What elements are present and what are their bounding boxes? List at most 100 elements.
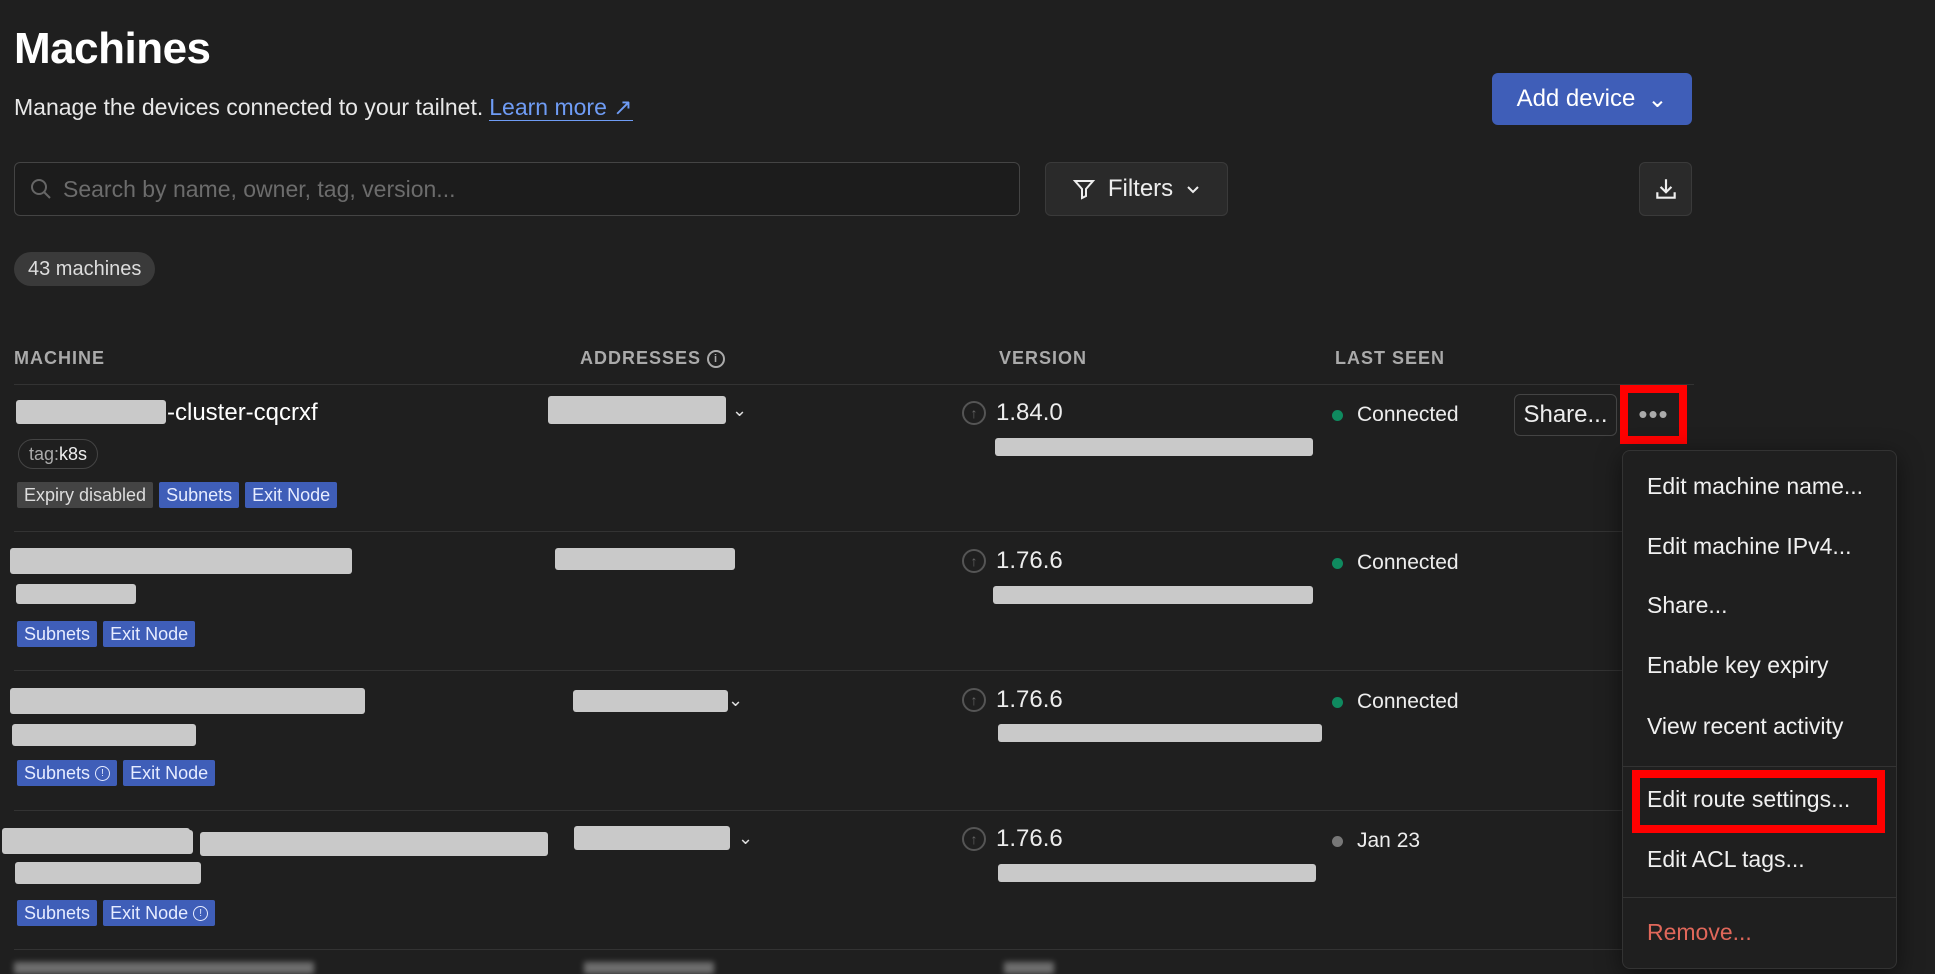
divider — [14, 531, 1694, 532]
badge-exit-node: Exit Node — [123, 760, 216, 786]
menu-item-share[interactable]: Share... — [1647, 592, 1728, 619]
chevron-down-icon[interactable]: ⌄ — [728, 690, 743, 711]
redacted — [10, 688, 365, 714]
menu-divider — [1623, 897, 1896, 898]
redacted — [995, 438, 1313, 456]
chevron-down-icon: ⌄ — [1647, 85, 1668, 113]
status-dot — [1332, 835, 1343, 847]
download-icon — [1655, 179, 1676, 199]
share-button[interactable]: Share... — [1514, 394, 1617, 436]
chevron-down-icon[interactable]: ⌄ — [732, 400, 747, 421]
badge-exit-node: Exit Node! — [103, 900, 216, 926]
redacted — [16, 584, 136, 604]
tag-value: k8s — [59, 443, 88, 464]
export-button[interactable] — [1639, 162, 1692, 216]
search-box[interactable] — [14, 162, 1020, 216]
badge-expiry-disabled: Expiry disabled — [17, 482, 154, 508]
status: Connected — [1332, 551, 1459, 575]
column-last-seen: LAST SEEN — [1335, 348, 1446, 368]
column-machine: MACHINE — [14, 348, 105, 368]
redacted — [16, 400, 166, 424]
menu-item-view-recent-activity[interactable]: View recent activity — [1647, 713, 1843, 740]
actions-menu: Edit machine name... Edit machine IPv4..… — [1622, 450, 1897, 969]
filters-label: Filters — [1107, 175, 1174, 202]
status-text: Connected — [1357, 403, 1459, 426]
menu-item-remove[interactable]: Remove... — [1647, 919, 1752, 946]
version-value: 1.76.6 — [996, 547, 1063, 574]
version-value: 1.76.6 — [996, 825, 1063, 852]
redacted — [12, 724, 196, 746]
chevron-down-icon[interactable]: ⌄ — [738, 828, 753, 849]
badge-subnets: Subnets — [159, 482, 240, 508]
version-cell: ↑ 1.76.6 — [962, 547, 1063, 575]
badge-subnets: Subnets — [17, 900, 98, 926]
divider — [14, 670, 1694, 671]
page-subtitle: Manage the devices connected to your tai… — [14, 94, 633, 121]
menu-item-edit-machine-ipv4[interactable]: Edit machine IPv4... — [1647, 533, 1852, 560]
update-available-icon: ↑ — [962, 827, 986, 851]
menu-item-enable-key-expiry[interactable]: Enable key expiry — [1647, 652, 1829, 679]
column-addresses: ADDRESSES i — [580, 348, 726, 369]
badge-exit-node: Exit Node — [103, 621, 196, 647]
chevron-down-icon — [1187, 186, 1199, 194]
addresses-label: ADDRESSES — [580, 348, 702, 368]
next-row-partial — [14, 962, 1414, 974]
version-value: 1.84.0 — [996, 399, 1063, 426]
status: Jan 23 — [1332, 829, 1420, 853]
redacted — [10, 548, 352, 574]
learn-more-link[interactable]: Learn more ↗ — [489, 94, 633, 121]
status: Connected — [1332, 690, 1459, 714]
add-device-button[interactable]: Add device ⌄ — [1492, 73, 1692, 125]
subtitle-text: Manage the devices connected to your tai… — [14, 94, 484, 120]
warning-icon: ! — [193, 905, 209, 921]
status-dot — [1332, 696, 1343, 708]
divider — [14, 949, 1694, 950]
redacted — [200, 832, 548, 856]
menu-item-edit-machine-name[interactable]: Edit machine name... — [1647, 473, 1863, 500]
version-cell: ↑ 1.76.6 — [962, 825, 1063, 853]
update-available-icon: ↑ — [962, 549, 986, 573]
badge-label: Subnets — [24, 762, 91, 783]
status: Connected — [1332, 403, 1459, 427]
badge-subnets: Subnets! — [17, 760, 118, 786]
warning-icon: ! — [95, 765, 111, 781]
redacted — [548, 396, 726, 424]
menu-item-edit-acl-tags[interactable]: Edit ACL tags... — [1647, 846, 1805, 873]
redacted — [573, 690, 728, 712]
search-icon — [31, 179, 51, 199]
redacted — [5, 830, 193, 854]
filter-icon — [1072, 180, 1096, 200]
badge-subnets: Subnets — [17, 621, 98, 647]
status-dot — [1332, 557, 1343, 569]
tag-pill: tag: k8s — [18, 439, 99, 469]
redacted — [555, 548, 735, 570]
status-text: Connected — [1357, 690, 1459, 713]
version-cell: ↑ 1.76.6 — [962, 686, 1063, 714]
divider — [14, 384, 1694, 385]
column-version: VERSION — [999, 348, 1088, 368]
filters-button[interactable]: Filters — [1045, 162, 1228, 216]
redacted — [574, 826, 730, 850]
ellipsis-icon: ••• — [1638, 399, 1669, 429]
badge-label: Exit Node — [110, 902, 189, 923]
info-icon[interactable]: i — [707, 349, 726, 368]
menu-item-edit-route-settings[interactable]: Edit route settings... — [1647, 786, 1850, 813]
menu-divider — [1623, 766, 1896, 767]
more-actions-button[interactable]: ••• — [1620, 385, 1687, 444]
status-text: Jan 23 — [1357, 829, 1421, 852]
redacted — [998, 724, 1322, 742]
version-value: 1.76.6 — [996, 686, 1063, 713]
page-title: Machines — [14, 24, 211, 73]
add-device-label: Add device — [1516, 85, 1636, 112]
redacted — [993, 586, 1313, 604]
machine-name[interactable]: -cluster-cqcrxf — [167, 399, 318, 427]
update-available-icon: ↑ — [962, 688, 986, 712]
version-cell: ↑ 1.84.0 — [962, 399, 1063, 427]
update-available-icon: ↑ — [962, 401, 986, 425]
search-input[interactable] — [63, 175, 963, 203]
tag-prefix: tag: — [29, 443, 60, 464]
redacted — [15, 862, 201, 884]
machine-count-badge: 43 machines — [14, 252, 156, 286]
status-text: Connected — [1357, 551, 1459, 574]
status-dot — [1332, 409, 1343, 421]
